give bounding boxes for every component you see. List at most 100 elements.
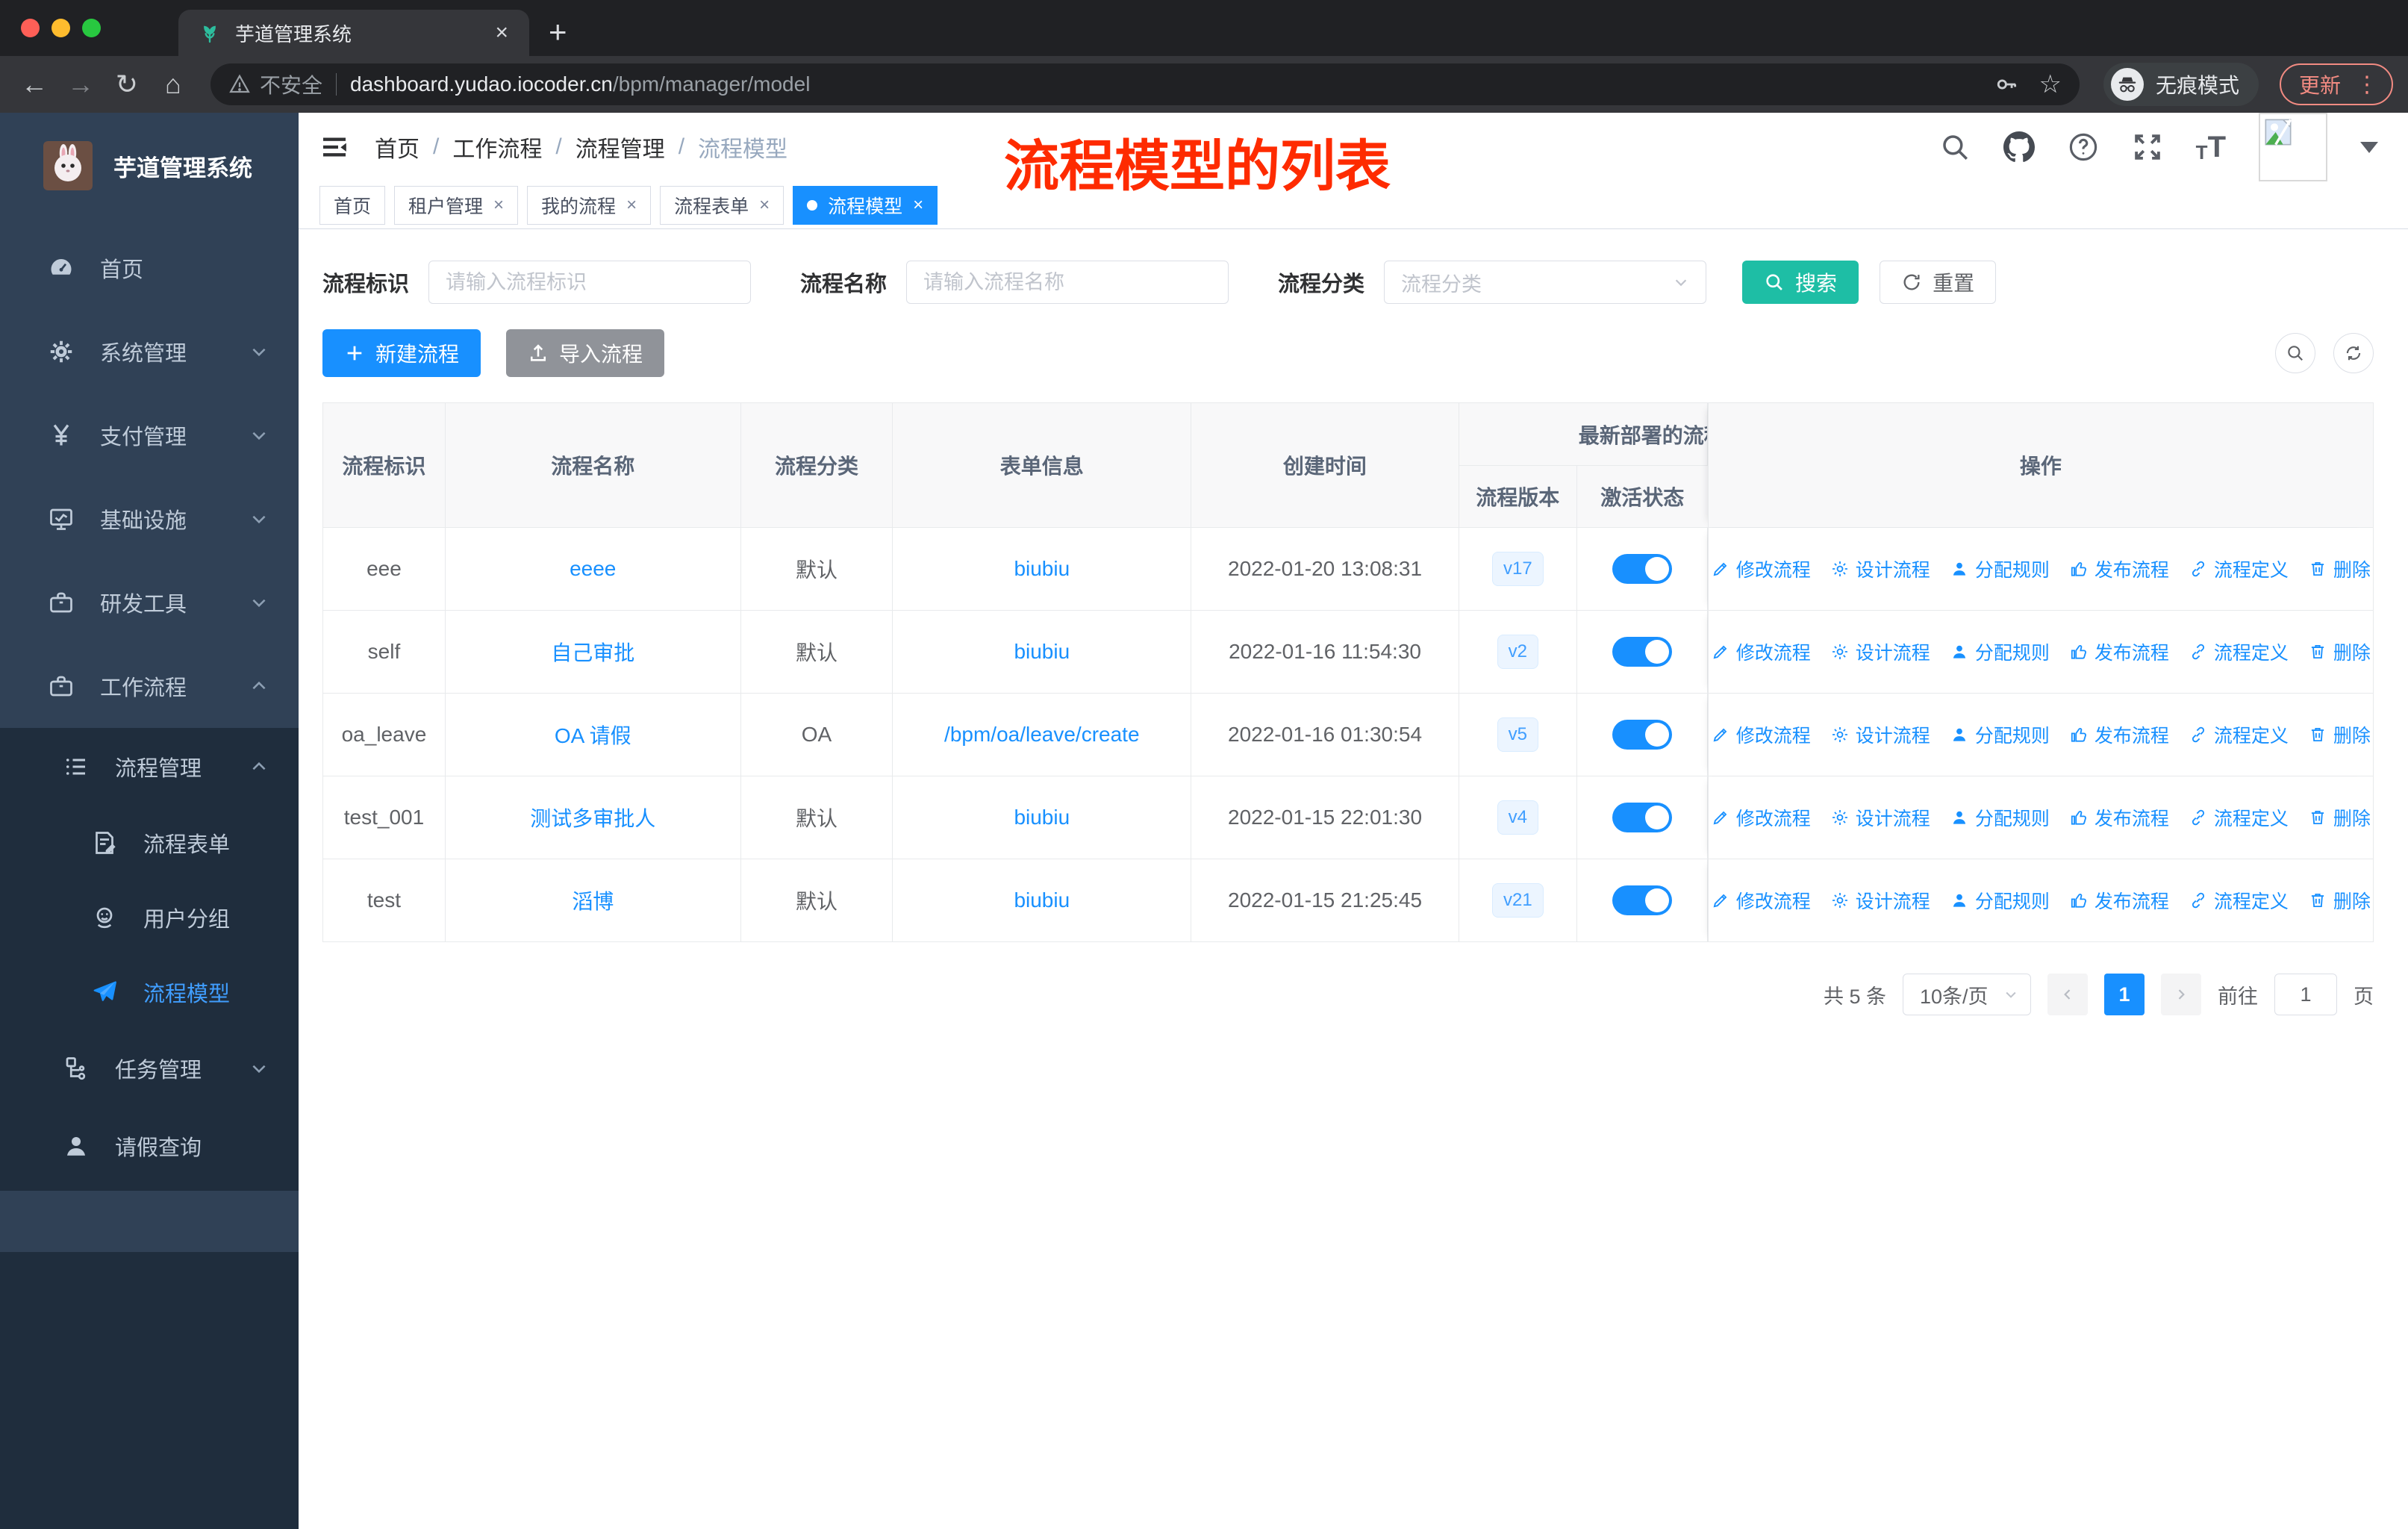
action-assign-link[interactable]: 分配规则 (1950, 638, 2050, 665)
form-info-link[interactable]: biubiu (1014, 640, 1070, 664)
sidebar-item-leave-query[interactable]: 请假查询 (0, 1107, 299, 1185)
process-name-link[interactable]: OA 请假 (555, 720, 631, 750)
action-assign-link[interactable]: 分配规则 (1950, 887, 2050, 914)
form-info-link[interactable]: /bpm/oa/leave/create (944, 723, 1140, 747)
avatar-caret-icon[interactable] (2360, 141, 2378, 153)
action-delete-link[interactable]: 删除 (2308, 721, 2371, 748)
action-delete-link[interactable]: 删除 (2308, 887, 2371, 914)
process-name-link[interactable]: 滔博 (572, 885, 614, 915)
action-delete-link[interactable]: 删除 (2308, 804, 2371, 831)
close-window-button[interactable] (21, 19, 40, 37)
action-publish-link[interactable]: 发布流程 (2069, 638, 2169, 665)
refresh-table-button[interactable] (2333, 333, 2374, 373)
sidebar-item-infra[interactable]: 基础设施 (0, 477, 299, 561)
action-design-link[interactable]: 设计流程 (1830, 721, 1930, 748)
reset-button[interactable]: 重置 (1880, 261, 1997, 304)
action-publish-link[interactable]: 发布流程 (2069, 555, 2169, 582)
page-size-select[interactable]: 10条/页 (1903, 974, 2031, 1015)
show-search-button[interactable] (2275, 333, 2315, 373)
maximize-window-button[interactable] (82, 19, 101, 37)
process-name-input[interactable] (906, 261, 1229, 304)
action-delete-link[interactable]: 删除 (2308, 638, 2371, 665)
help-icon[interactable] (2068, 131, 2099, 163)
breadcrumb-item[interactable]: 流程管理 (576, 131, 665, 164)
back-icon[interactable]: ← (15, 69, 54, 100)
action-publish-link[interactable]: 发布流程 (2069, 721, 2169, 748)
tag-home[interactable]: 首页 (319, 185, 386, 225)
action-design-link[interactable]: 设计流程 (1830, 638, 1930, 665)
search-button[interactable]: 搜索 (1742, 261, 1859, 304)
action-definition-link[interactable]: 流程定义 (2189, 721, 2289, 748)
next-page-button[interactable] (2161, 974, 2201, 1015)
home-icon[interactable]: ⌂ (154, 69, 193, 100)
create-process-button[interactable]: 新建流程 (322, 329, 481, 377)
form-info-link[interactable]: biubiu (1014, 806, 1070, 829)
url-bar[interactable]: 不安全 dashboard.yudao.iocoder.cn /bpm/mana… (210, 63, 2080, 105)
bookmark-star-icon[interactable]: ☆ (2039, 69, 2061, 99)
action-definition-link[interactable]: 流程定义 (2189, 555, 2289, 582)
category-select[interactable]: 流程分类 (1384, 261, 1707, 304)
active-toggle[interactable] (1612, 885, 1672, 915)
tag-tenant[interactable]: 租户管理 × (394, 185, 519, 225)
active-toggle[interactable] (1612, 720, 1672, 750)
action-assign-link[interactable]: 分配规则 (1950, 555, 2050, 582)
sidebar-item-workflow[interactable]: 工作流程 (0, 644, 299, 728)
tag-process-form[interactable]: 流程表单 × (660, 185, 785, 225)
form-info-link[interactable]: biubiu (1014, 557, 1070, 581)
fullscreen-icon[interactable] (2132, 131, 2163, 163)
action-modify-link[interactable]: 修改流程 (1711, 804, 1811, 831)
process-name-link[interactable]: 自己审批 (551, 637, 634, 667)
avatar[interactable] (2259, 113, 2327, 181)
tag-my-process[interactable]: 我的流程 × (527, 185, 652, 225)
password-key-icon[interactable] (1994, 72, 2019, 97)
action-definition-link[interactable]: 流程定义 (2189, 887, 2289, 914)
sidebar-item-process-form[interactable]: 流程表单 (0, 806, 299, 880)
process-key-input[interactable] (428, 261, 752, 304)
minimize-window-button[interactable] (52, 19, 70, 37)
breadcrumb-item[interactable]: 工作流程 (452, 131, 542, 164)
process-name-link[interactable]: eeee (570, 557, 616, 581)
sidebar-item-payment[interactable]: 支付管理 (0, 393, 299, 477)
close-tag-icon[interactable]: × (493, 195, 504, 216)
sidebar-item-home[interactable]: 首页 (0, 226, 299, 310)
action-design-link[interactable]: 设计流程 (1830, 804, 1930, 831)
font-size-icon[interactable]: TT (2196, 131, 2226, 164)
action-assign-link[interactable]: 分配规则 (1950, 804, 2050, 831)
prev-page-button[interactable] (2047, 974, 2088, 1015)
action-modify-link[interactable]: 修改流程 (1711, 721, 1811, 748)
search-icon[interactable] (1939, 131, 1971, 163)
action-publish-link[interactable]: 发布流程 (2069, 804, 2169, 831)
browser-menu-icon[interactable]: ⋮ (2356, 72, 2378, 98)
process-name-link[interactable]: 测试多审批人 (530, 803, 655, 832)
window-controls[interactable] (0, 0, 101, 56)
close-tag-icon[interactable]: × (626, 195, 637, 216)
github-icon[interactable] (2003, 131, 2035, 163)
collapse-sidebar-icon[interactable] (319, 132, 349, 162)
active-toggle[interactable] (1612, 554, 1672, 584)
active-toggle[interactable] (1612, 803, 1672, 832)
action-modify-link[interactable]: 修改流程 (1711, 638, 1811, 665)
close-tag-icon[interactable]: × (759, 195, 770, 216)
close-tag-icon[interactable]: × (913, 195, 923, 216)
forward-icon[interactable]: → (61, 69, 100, 100)
sidebar-item-devtools[interactable]: 研发工具 (0, 561, 299, 644)
import-process-button[interactable]: 导入流程 (506, 329, 665, 377)
browser-tab[interactable]: 芋道管理系统 × (178, 10, 529, 56)
update-button[interactable]: 更新 ⋮ (2279, 63, 2393, 105)
action-definition-link[interactable]: 流程定义 (2189, 804, 2289, 831)
breadcrumb-item[interactable]: 首页 (375, 131, 419, 164)
reload-icon[interactable]: ↻ (107, 69, 146, 100)
sidebar-item-user-group[interactable]: 用户分组 (0, 880, 299, 955)
action-design-link[interactable]: 设计流程 (1830, 887, 1930, 914)
sidebar-item-task-mgmt[interactable]: 任务管理 (0, 1030, 299, 1107)
action-delete-link[interactable]: 删除 (2308, 555, 2371, 582)
form-info-link[interactable]: biubiu (1014, 888, 1070, 912)
action-publish-link[interactable]: 发布流程 (2069, 887, 2169, 914)
action-assign-link[interactable]: 分配规则 (1950, 721, 2050, 748)
security-label[interactable]: 不安全 (260, 69, 322, 99)
active-toggle[interactable] (1612, 637, 1672, 667)
goto-page-input[interactable] (2274, 974, 2337, 1015)
sidebar-item-system[interactable]: 系统管理 (0, 310, 299, 393)
current-page-button[interactable]: 1 (2104, 974, 2145, 1015)
action-design-link[interactable]: 设计流程 (1830, 555, 1930, 582)
